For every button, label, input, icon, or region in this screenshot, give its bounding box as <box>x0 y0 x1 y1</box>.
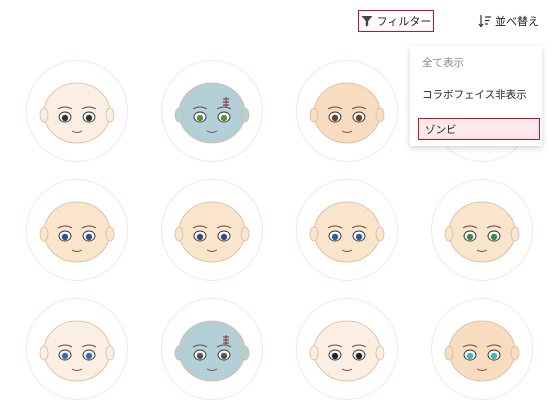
toolbar: フィルター 並べ替え <box>0 0 560 44</box>
face-scarred-wink[interactable] <box>26 60 128 162</box>
filter-option-show-all[interactable]: 全て表示 <box>410 50 542 74</box>
face-image <box>444 201 520 263</box>
face-image <box>174 82 250 144</box>
option-label: ゾンビ <box>425 123 457 136</box>
filter-button[interactable]: フィルター <box>358 10 434 32</box>
face-frown[interactable] <box>161 179 263 281</box>
face-mustache[interactable] <box>296 60 398 162</box>
face-bruised[interactable] <box>26 298 128 400</box>
sort-button[interactable]: 並べ替え <box>478 10 548 32</box>
filter-option-zombie[interactable]: ゾンビ <box>418 118 540 140</box>
face-image <box>309 201 385 263</box>
face-image <box>39 320 115 382</box>
filter-option-hide-collab[interactable]: コラボフェイス非表示 <box>410 82 542 106</box>
option-label: 全て表示 <box>422 56 464 69</box>
face-image <box>309 320 385 382</box>
face-zombie-stitched[interactable] <box>161 298 263 400</box>
face-image <box>39 82 115 144</box>
face-image <box>39 201 115 263</box>
face-image <box>174 201 250 263</box>
face-blue-eyes-calm[interactable] <box>26 179 128 281</box>
face-wink-smile[interactable] <box>296 179 398 281</box>
option-label: コラボフェイス非表示 <box>422 88 527 101</box>
face-zombie-blue[interactable] <box>161 60 263 162</box>
face-image <box>174 320 250 382</box>
filter-label: フィルター <box>376 15 432 28</box>
face-image <box>444 320 520 382</box>
funnel-icon <box>361 16 373 27</box>
face-image <box>309 82 385 144</box>
face-cyan-eyes[interactable] <box>431 298 533 400</box>
sort-icon <box>478 15 491 28</box>
face-green-eye[interactable] <box>431 179 533 281</box>
sort-label: 並べ替え <box>495 15 539 28</box>
face-dark-eyes[interactable] <box>296 298 398 400</box>
filter-dropdown: 全て表示 コラボフェイス非表示 ゾンビ <box>410 46 542 146</box>
